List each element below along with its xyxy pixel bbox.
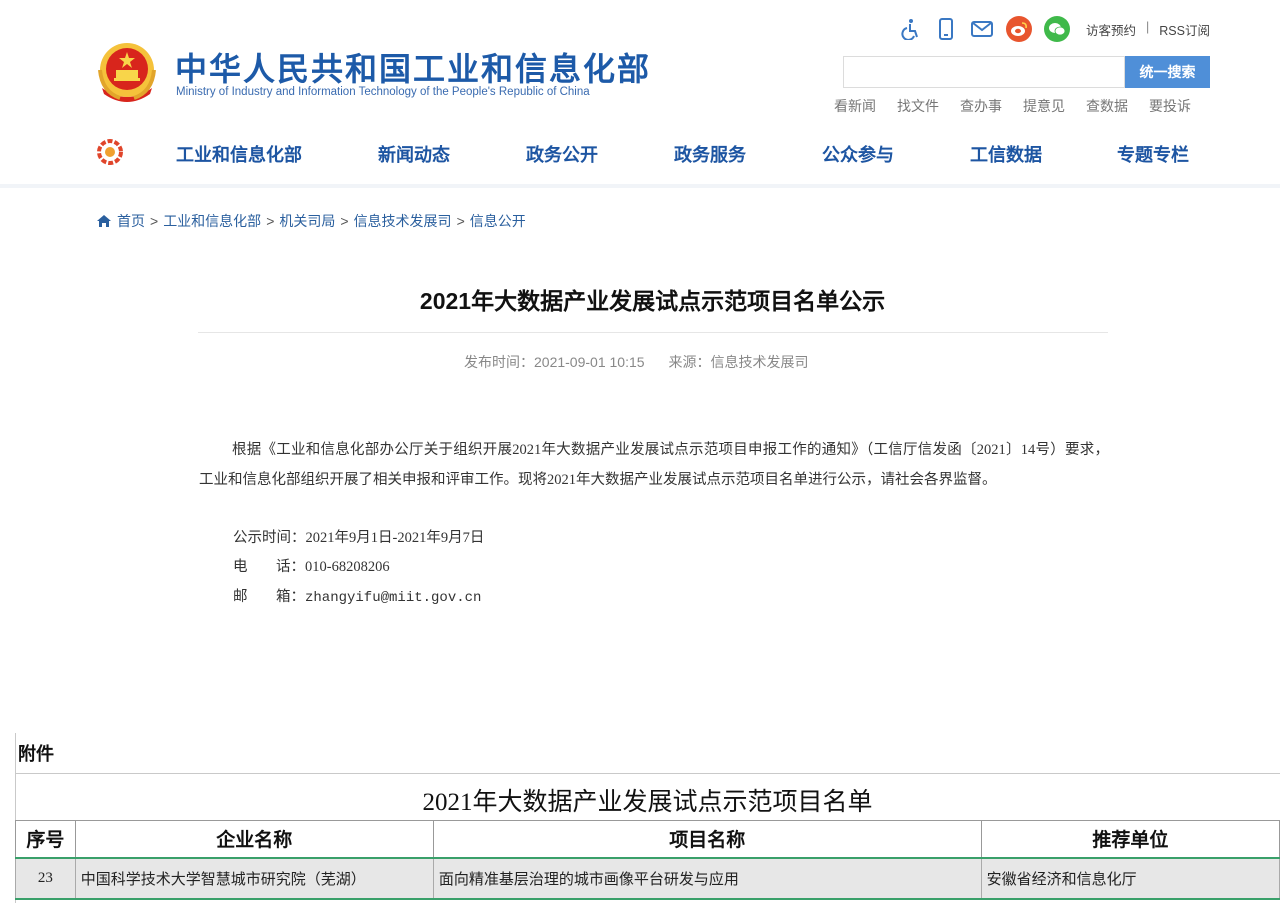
email-label-char: 邮 [233,589,248,605]
nav-item-public-participation[interactable]: 公众参与 [822,141,894,167]
wechat-icon[interactable] [1044,16,1070,42]
publish-time: 发布时间：2021-09-01 10:15 [464,354,645,370]
notice-period-line: 公示时间：2021年9月1日-2021年9月7日 [233,526,484,547]
email-label: 邮 箱： [233,585,305,606]
column-header-project: 项目名称 [432,820,982,858]
site-header: 中华人民共和国工业和信息化部 Ministry of Industry and … [0,0,1280,188]
site-title[interactable]: 中华人民共和国工业和信息化部 [175,44,651,90]
rss-link[interactable]: RSS订阅 [1159,20,1210,39]
breadcrumb-departments[interactable]: 机关司局 [279,211,335,231]
article-source: 来源：信息技术发展司 [668,354,809,370]
notice-period-label: 公示时间： [233,530,306,546]
nav-item-news[interactable]: 新闻动态 [378,141,450,167]
breadcrumb-separator: > [456,213,465,229]
notice-period-value: 2021年9月1日-2021年9月7日 [305,530,485,546]
table-row[interactable]: 23 中国科学技术大学智慧城市研究院（芜湖） 面向精准基层治理的城市画像平台研发… [15,856,1280,900]
cell-company: 中国科学技术大学智慧城市研究院（芜湖） [74,856,434,900]
quick-link-services[interactable]: 查办事 [960,96,1002,116]
phone-value: 010-68208206 [305,559,390,575]
site-subtitle: Ministry of Industry and Information Tec… [176,86,590,98]
quick-link-data[interactable]: 查数据 [1086,96,1128,116]
cell-project: 面向精准基层治理的城市画像平台研发与应用 [432,856,982,900]
phone-label: 电 话： [233,555,305,576]
top-links: 访客预约 | RSS订阅 [1086,20,1210,39]
breadcrumb-separator: > [150,213,159,229]
breadcrumb-separator: > [266,213,275,229]
email-line: 邮 箱： zhangyifu@miit.gov.cn [233,585,481,606]
sheet-title: 2021年大数据产业发展试点示范项目名单 [422,789,873,816]
link-separator: | [1146,20,1150,34]
quick-link-feedback[interactable]: 提意见 [1023,96,1065,116]
quick-link-files[interactable]: 找文件 [897,96,939,116]
cell-index: 23 [15,856,76,900]
column-header-index: 序号 [15,820,76,858]
weibo-icon[interactable] [1006,16,1032,42]
breadcrumb-separator: > [340,213,349,229]
search-input[interactable] [843,56,1125,88]
national-emblem-icon[interactable] [96,40,158,104]
phone-line: 电 话： 010-68208206 [233,555,390,576]
quick-links: 看新闻 找文件 查办事 提意见 查数据 要投诉 [834,96,1191,116]
email-label-tail: 箱： [276,589,305,605]
cell-recommender: 安徽省经济和信息化厅 [980,856,1280,900]
accessibility-icon[interactable] [898,17,922,41]
title-divider [198,332,1108,333]
visitor-appointment-link[interactable]: 访客预约 [1086,20,1136,39]
email-value[interactable]: zhangyifu@miit.gov.cn [305,590,481,606]
breadcrumb-ministry[interactable]: 工业和信息化部 [163,211,261,231]
nav-item-data[interactable]: 工信数据 [970,141,1042,167]
column-header-company: 企业名称 [74,820,434,858]
phone-label-char: 电 [233,559,248,575]
article-meta: 发布时间：2021-09-01 10:15 来源：信息技术发展司 [464,352,809,372]
top-icon-bar [898,16,1070,42]
breadcrumb-home[interactable]: 首页 [117,211,145,231]
nav-item-government-services[interactable]: 政务服务 [674,141,746,167]
project-list-table: 序号 企业名称 项目名称 推荐单位 23 中国科学技术大学智慧城市研究院（芜湖）… [15,820,1280,900]
nav-item-ministry[interactable]: 工业和信息化部 [176,141,302,167]
sheet-top-border [15,773,1280,774]
quick-link-news[interactable]: 看新闻 [834,96,876,116]
breadcrumb: 首页 > 工业和信息化部 > 机关司局 > 信息技术发展司 > 信息公开 [96,211,526,231]
main-nav: 工业和信息化部 新闻动态 政务公开 政务服务 公众参与 工信数据 专题专栏 [0,141,1280,165]
mail-icon[interactable] [970,17,994,41]
breadcrumb-info-disclosure[interactable]: 信息公开 [470,211,526,231]
nav-item-open-government[interactable]: 政务公开 [526,141,598,167]
article-title: 2021年大数据产业发展试点示范项目名单公示 [419,288,886,314]
article-body: 根据《工业和信息化部办公厅关于组织开展2021年大数据产业发展试点示范项目申报工… [199,435,1109,495]
breadcrumb-it-dept[interactable]: 信息技术发展司 [354,211,452,231]
attachment-label: 附件 [18,744,54,764]
mobile-icon[interactable] [934,17,958,41]
home-icon[interactable] [96,214,112,228]
quick-link-complaint[interactable]: 要投诉 [1149,96,1191,116]
table-header-row: 序号 企业名称 项目名称 推荐单位 [15,820,1280,858]
nav-item-topics[interactable]: 专题专栏 [1117,141,1189,167]
article-paragraph: 根据《工业和信息化部办公厅关于组织开展2021年大数据产业发展试点示范项目申报工… [199,442,1109,488]
phone-label-tail: 话： [276,559,305,575]
search-button[interactable]: 统一搜索 [1125,56,1210,88]
column-header-recommender: 推荐单位 [980,820,1280,858]
